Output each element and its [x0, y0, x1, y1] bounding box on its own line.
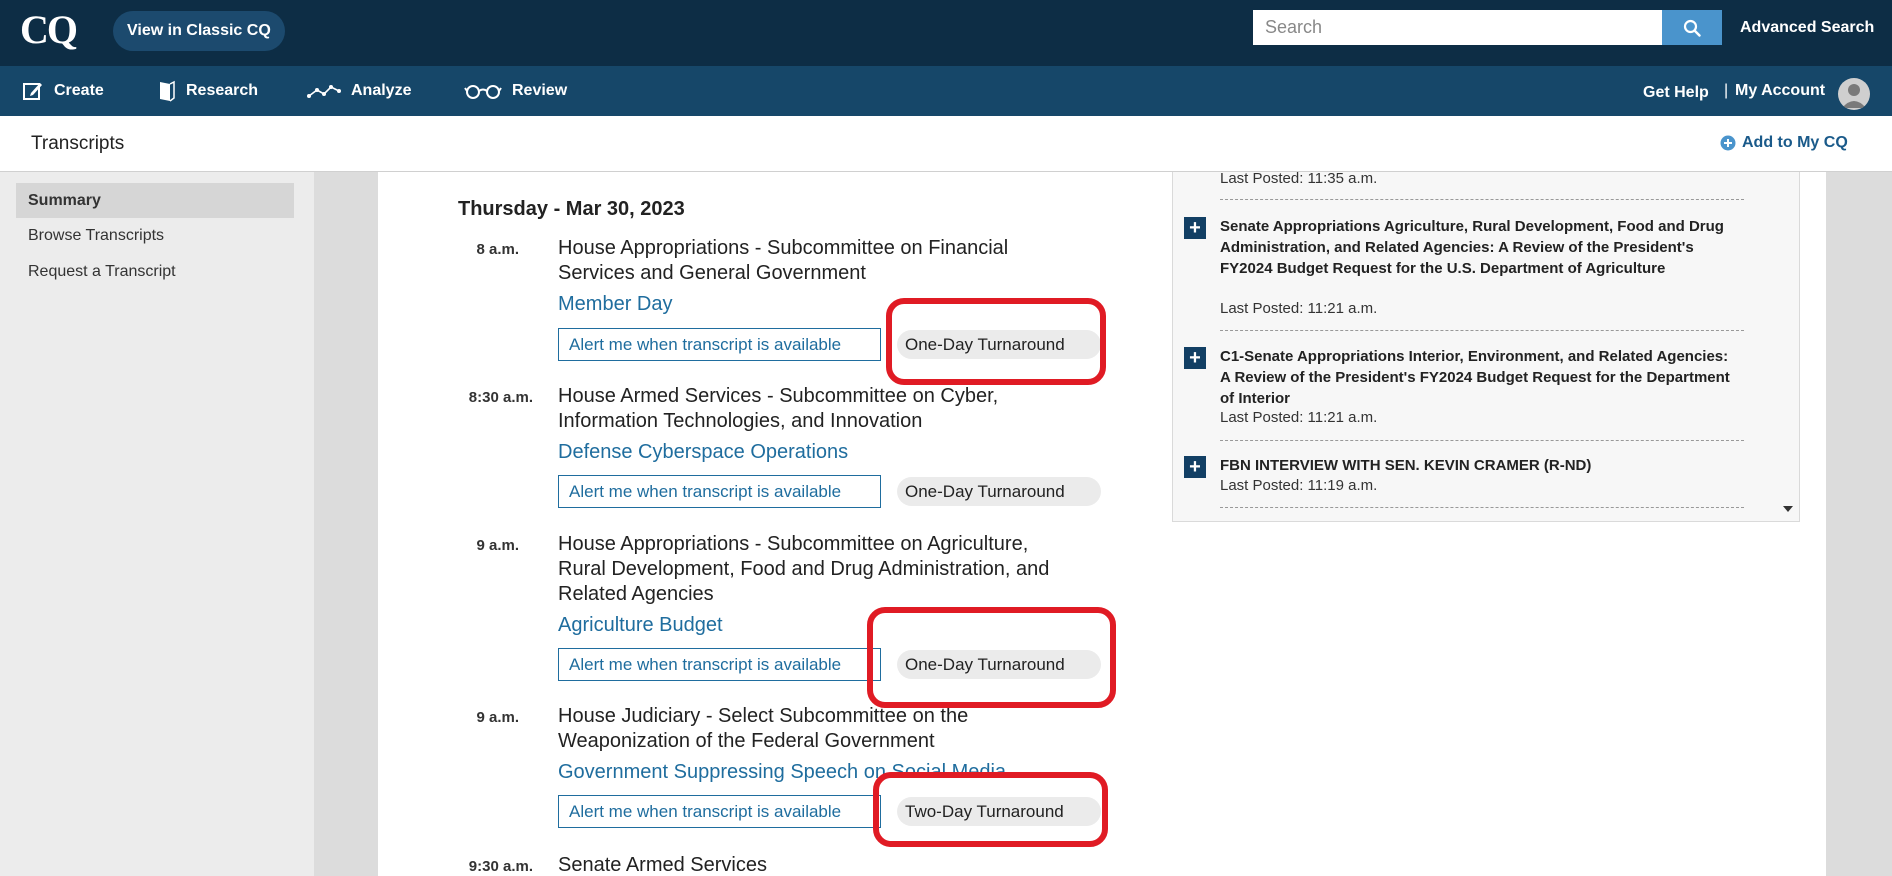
view-classic-cq-button[interactable]: View in Classic CQ — [113, 11, 285, 51]
recent-transcript-title[interactable]: C1-Senate Appropriations Interior, Envir… — [1220, 346, 1740, 409]
nav-research[interactable]: Research — [158, 66, 258, 116]
top-bar: CQ View in Classic CQ Advanced Search — [0, 0, 1892, 66]
nav-create-label: Create — [54, 82, 104, 99]
event-committee: House Judiciary - Select Subcommittee on… — [558, 705, 969, 752]
event-committee: House Appropriations - Subcommittee on A… — [558, 533, 1050, 605]
event-time: 9:30 a.m. — [468, 858, 533, 875]
schedule-date: Thursday - Mar 30, 2023 — [458, 198, 685, 220]
search-button[interactable] — [1662, 10, 1722, 45]
hearing-link[interactable]: Defense Cyberspace Operations — [558, 441, 848, 464]
page-title: Transcripts — [31, 133, 125, 154]
turnaround-badge: One-Day Turnaround — [897, 477, 1101, 506]
sidebar-item-summary[interactable]: Summary — [16, 183, 294, 218]
event-time: 9 a.m. — [476, 537, 519, 554]
advanced-search-link[interactable]: Advanced Search — [1740, 19, 1874, 37]
event-time: 9 a.m. — [476, 709, 519, 726]
alert-transcript-button[interactable]: Alert me when transcript is available — [558, 475, 881, 508]
event-time: 8 a.m. — [476, 241, 519, 258]
expand-plus-icon[interactable]: + — [1184, 347, 1206, 369]
main-nav: Create Research Analyze Review Get Help … — [0, 66, 1892, 116]
divider — [1220, 330, 1744, 331]
alert-transcript-button[interactable]: Alert me when transcript is available — [558, 795, 881, 828]
get-help-link[interactable]: Get Help — [1643, 68, 1709, 118]
user-avatar-icon — [1842, 84, 1866, 108]
expand-plus-icon[interactable]: + — [1184, 456, 1206, 478]
nav-analyze-label: Analyze — [351, 82, 412, 99]
event-committee: Senate Armed Services — [558, 854, 767, 876]
alert-transcript-button[interactable]: Alert me when transcript is available — [558, 328, 881, 361]
nav-review-label: Review — [512, 82, 568, 99]
avatar[interactable] — [1838, 78, 1870, 110]
alert-transcript-button[interactable]: Alert me when transcript is available — [558, 648, 881, 681]
divider — [1220, 507, 1744, 508]
nav-analyze[interactable]: Analyze — [307, 66, 411, 116]
highlight-annotation — [886, 298, 1106, 385]
search-icon — [1683, 19, 1701, 37]
hearing-link[interactable]: Member Day — [558, 293, 672, 316]
hearing-link[interactable]: Agriculture Budget — [558, 614, 723, 637]
expand-plus-icon[interactable]: + — [1184, 217, 1206, 239]
edit-icon — [23, 83, 42, 100]
last-posted: Last Posted: 11:21 a.m. — [1220, 409, 1378, 426]
add-to-my-cq-button[interactable]: Add to My CQ — [1720, 134, 1848, 152]
event-committee: House Appropriations - Subcommittee on F… — [558, 237, 1009, 284]
trend-line-icon — [307, 85, 341, 98]
scroll-down-caret-icon[interactable] — [1783, 506, 1793, 512]
divider — [1220, 440, 1744, 441]
cq-logo[interactable]: CQ — [20, 6, 78, 53]
page-header: Transcripts Add to My CQ — [0, 116, 1892, 172]
sidebar-item-browse-transcripts[interactable]: Browse Transcripts — [16, 218, 294, 253]
event-time: 8:30 a.m. — [468, 389, 533, 406]
recent-transcript-title[interactable]: FBN INTERVIEW WITH SEN. KEVIN CRAMER (R-… — [1220, 455, 1740, 476]
nav-research-label: Research — [186, 82, 259, 99]
divider — [1220, 199, 1744, 200]
nav-create[interactable]: Create — [22, 66, 104, 116]
search-input[interactable] — [1253, 10, 1662, 45]
book-icon — [160, 80, 175, 102]
highlight-annotation — [873, 772, 1108, 847]
plus-circle-icon — [1720, 135, 1736, 151]
last-posted: Last Posted: 11:35 a.m. — [1220, 170, 1378, 187]
add-to-my-cq-label: Add to My CQ — [1742, 134, 1848, 151]
last-posted: Last Posted: 11:19 a.m. — [1220, 477, 1378, 494]
event-committee: House Armed Services - Subcommittee on C… — [558, 385, 999, 432]
my-account-link[interactable]: My Account — [1735, 66, 1825, 116]
last-posted: Last Posted: 11:21 a.m. — [1220, 300, 1378, 317]
recent-transcript-title[interactable]: Senate Appropriations Agriculture, Rural… — [1220, 216, 1740, 279]
highlight-annotation — [867, 607, 1116, 708]
nav-review[interactable]: Review — [464, 66, 567, 116]
sidebar-item-request-transcript[interactable]: Request a Transcript — [16, 254, 294, 289]
nav-separator: | — [1724, 82, 1729, 99]
glasses-icon — [464, 85, 502, 99]
